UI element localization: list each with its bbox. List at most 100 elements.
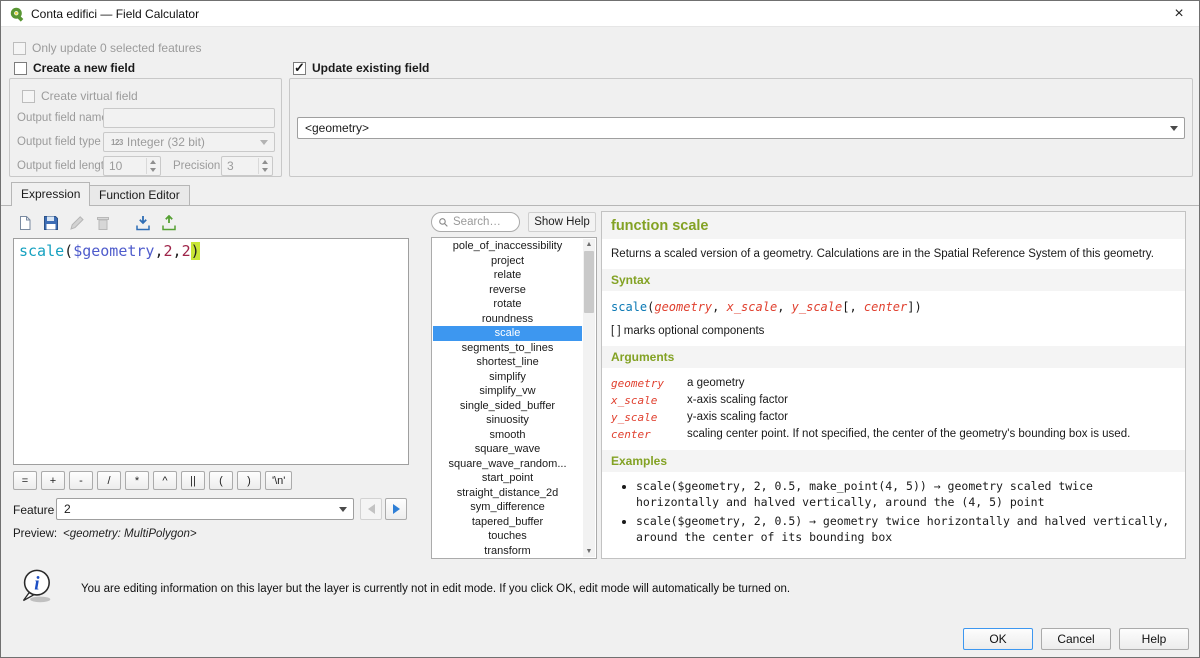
spin-down-button[interactable]: [147, 166, 159, 174]
precision-label: Precision: [173, 160, 220, 172]
examples-list: scale($geometry, 2, 0.5, make_point(4, 5…: [602, 472, 1185, 557]
scrollbar-thumb[interactable]: [584, 251, 594, 313]
function-list-item[interactable]: sinuosity: [433, 413, 582, 428]
new-expression-icon: [17, 215, 33, 231]
syntax-token: ): [915, 300, 922, 314]
operator-button[interactable]: +: [41, 471, 65, 490]
syntax-token: scale: [611, 300, 647, 314]
chevron-down-icon: [1170, 126, 1178, 131]
function-list-item[interactable]: reverse: [433, 283, 582, 298]
operator-button[interactable]: (: [209, 471, 233, 490]
output-field-name-input[interactable]: [103, 108, 275, 128]
argument-name: x_scale: [611, 394, 675, 407]
scrollbar-up-icon[interactable]: ▲: [583, 239, 595, 250]
example-item: scale($geometry, 2, 0.5) → geometry twic…: [636, 514, 1173, 545]
function-list-item[interactable]: transform: [433, 544, 582, 559]
syntax-token: center: [864, 300, 907, 314]
operator-button[interactable]: =: [13, 471, 37, 490]
only-update-label: Only update 0 selected features: [32, 41, 201, 55]
spin-up-button[interactable]: [147, 158, 159, 166]
delete-expression-icon: [95, 215, 111, 231]
function-list-item[interactable]: simplify_vw: [433, 384, 582, 399]
update-existing-header: Update existing field: [293, 61, 429, 75]
function-list-items: pole_of_inaccessibilityprojectrelatereve…: [433, 239, 582, 558]
function-list-item[interactable]: touches: [433, 529, 582, 544]
function-list-item[interactable]: roundness: [433, 312, 582, 327]
function-list-item[interactable]: straight_distance_2d: [433, 486, 582, 501]
edit-expression-button[interactable]: [65, 211, 88, 234]
function-list-scrollbar: ▲ ▼: [583, 239, 595, 557]
existing-field-combo[interactable]: <geometry>: [297, 117, 1185, 139]
create-virtual-label: Create virtual field: [41, 89, 138, 103]
function-list-item[interactable]: segments_to_lines: [433, 341, 582, 356]
function-list-item[interactable]: square_wave: [433, 442, 582, 457]
precision-spin[interactable]: 3: [221, 156, 273, 176]
operator-button[interactable]: *: [125, 471, 149, 490]
syntax-token: ,: [712, 300, 726, 314]
chevron-down-icon: [260, 140, 268, 145]
update-existing-checkbox[interactable]: [293, 62, 306, 75]
scrollbar-down-icon[interactable]: ▼: [583, 546, 595, 557]
operator-button[interactable]: ^: [153, 471, 177, 490]
delete-expression-button[interactable]: [91, 211, 114, 234]
only-update-checkbox[interactable]: [13, 42, 26, 55]
syntax-token: [,: [842, 300, 864, 314]
help-button[interactable]: Help: [1119, 628, 1189, 650]
save-expression-button[interactable]: [39, 211, 62, 234]
function-list-item[interactable]: simplify: [433, 370, 582, 385]
expression-editor[interactable]: scale($geometry,2,2): [13, 238, 409, 465]
argument-description: x-axis scaling factor: [687, 394, 1176, 407]
tab-pane-border: [1, 205, 1199, 206]
import-expressions-button[interactable]: [131, 211, 154, 234]
output-field-type-label: Output field type: [17, 136, 101, 148]
cancel-button[interactable]: Cancel: [1041, 628, 1111, 650]
close-button[interactable]: ×: [1169, 4, 1189, 24]
code-token: ,: [173, 242, 182, 260]
new-expression-button[interactable]: [13, 211, 36, 234]
function-list-item[interactable]: tapered_buffer: [433, 515, 582, 530]
operator-button[interactable]: '\n': [265, 471, 292, 490]
function-list-item[interactable]: start_point: [433, 471, 582, 486]
qgis-logo-icon: [9, 6, 25, 22]
code-token: scale: [19, 242, 64, 260]
operator-button[interactable]: /: [97, 471, 121, 490]
operator-button[interactable]: ): [237, 471, 261, 490]
function-list-item[interactable]: shortest_line: [433, 355, 582, 370]
output-field-type-combo[interactable]: 123 Integer (32 bit): [103, 132, 275, 152]
search-box: [431, 212, 520, 232]
code-token: ,: [154, 242, 163, 260]
create-new-field-checkbox[interactable]: [14, 62, 27, 75]
export-expressions-button[interactable]: [157, 211, 180, 234]
function-list-item[interactable]: project: [433, 254, 582, 269]
edit-mode-message: You are editing information on this laye…: [81, 583, 790, 595]
tab-function-editor[interactable]: Function Editor: [89, 185, 190, 206]
syntax-token: ,: [777, 300, 791, 314]
show-help-button[interactable]: Show Help: [528, 212, 596, 232]
create-virtual-checkbox[interactable]: [22, 90, 35, 103]
output-field-length-spin[interactable]: 10: [103, 156, 161, 176]
previous-feature-button[interactable]: [360, 498, 382, 520]
operator-button[interactable]: -: [69, 471, 93, 490]
function-list-item[interactable]: single_sided_buffer: [433, 399, 582, 414]
function-list-item[interactable]: scale: [433, 326, 582, 341]
function-list-item[interactable]: pole_of_inaccessibility: [433, 239, 582, 254]
operator-button[interactable]: ||: [181, 471, 205, 490]
search-input[interactable]: [453, 216, 513, 228]
code-token: (: [64, 242, 73, 260]
function-list-item[interactable]: sym_difference: [433, 500, 582, 515]
function-list-item[interactable]: smooth: [433, 428, 582, 443]
function-list-item[interactable]: rotate: [433, 297, 582, 312]
argument-name: geometry: [611, 377, 675, 390]
ok-button[interactable]: OK: [963, 628, 1033, 650]
spin-up-button[interactable]: [259, 158, 271, 166]
function-list-item[interactable]: relate: [433, 268, 582, 283]
window-title: Conta edifici — Field Calculator: [31, 7, 199, 21]
integer-type-icon: 123: [111, 138, 123, 147]
spinner-buttons: [146, 158, 159, 174]
next-feature-button[interactable]: [385, 498, 407, 520]
titlebar[interactable]: Conta edifici — Field Calculator ×: [1, 1, 1199, 27]
tab-expression[interactable]: Expression: [11, 182, 90, 206]
feature-combo[interactable]: 2: [56, 498, 354, 520]
function-list-item[interactable]: square_wave_random...: [433, 457, 582, 472]
spin-down-button[interactable]: [259, 166, 271, 174]
